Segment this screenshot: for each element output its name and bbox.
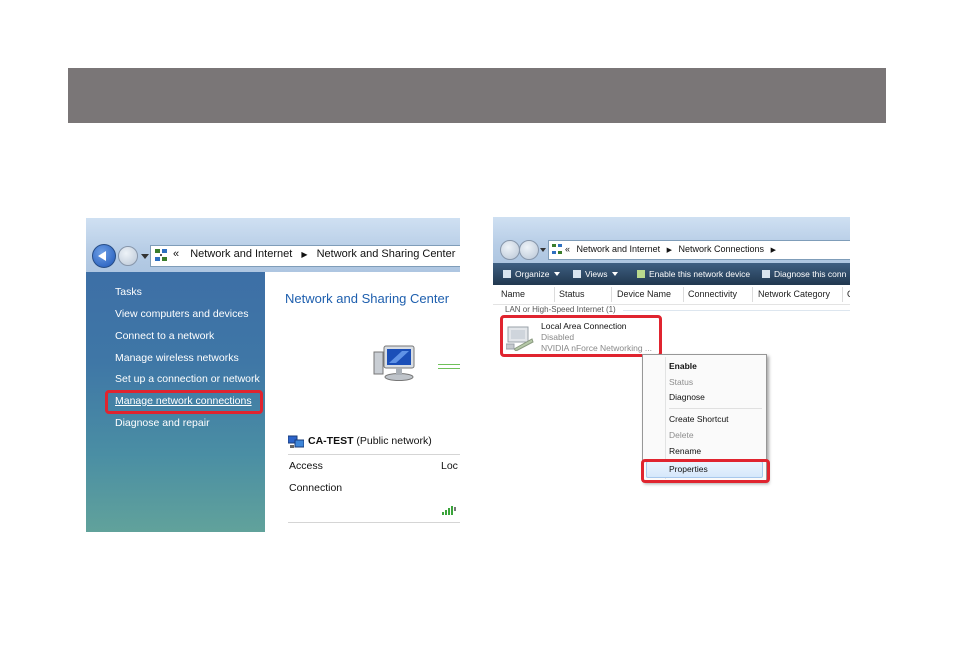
sidebar-heading: Tasks bbox=[115, 286, 142, 298]
access-value: Loc bbox=[441, 460, 458, 472]
menu-item-delete: Delete bbox=[669, 430, 694, 440]
address-bar-area: « Network and Internet ▶ Network and Sha… bbox=[86, 218, 460, 272]
sidebar-item-diagnose-repair[interactable]: Diagnose and repair bbox=[115, 417, 210, 429]
sidebar-item-connect-network[interactable]: Connect to a network bbox=[115, 330, 214, 342]
page-title: Network and Sharing Center bbox=[285, 291, 450, 306]
organize-label: Organize bbox=[515, 269, 550, 279]
menu-item-enable[interactable]: Enable bbox=[669, 361, 697, 371]
address-bar[interactable]: « Network and Internet ▶ Network and Sha… bbox=[150, 245, 460, 267]
breadcrumb-network-sharing-center[interactable]: Network and Sharing Center bbox=[317, 248, 456, 260]
breadcrumb-separator-icon[interactable]: ▶ bbox=[771, 247, 776, 254]
history-dropdown-icon[interactable] bbox=[540, 248, 546, 252]
command-toolbar: Organize Views Enable this network devic… bbox=[493, 263, 850, 285]
address-bar-area: « Network and Internet ▶ Network Connect… bbox=[493, 217, 850, 263]
organize-button[interactable]: Organize bbox=[503, 269, 560, 279]
views-icon bbox=[573, 270, 581, 278]
header-banner bbox=[68, 68, 886, 123]
breadcrumb-separator-icon[interactable]: ▶ bbox=[667, 247, 672, 254]
highlight-box-properties bbox=[641, 459, 770, 483]
column-device-name[interactable]: Device Name bbox=[617, 289, 671, 299]
history-dropdown-icon[interactable] bbox=[141, 254, 149, 259]
enable-icon bbox=[637, 270, 645, 278]
column-divider[interactable] bbox=[842, 287, 843, 302]
enable-label: Enable this network device bbox=[649, 269, 751, 279]
organize-icon bbox=[503, 270, 511, 278]
column-divider[interactable] bbox=[752, 287, 753, 302]
back-arrow-icon[interactable] bbox=[500, 240, 520, 260]
group-divider bbox=[623, 310, 850, 311]
breadcrumb-overflow[interactable]: « bbox=[565, 244, 570, 254]
menu-separator bbox=[669, 408, 762, 409]
column-status[interactable]: Status bbox=[559, 289, 585, 299]
column-connectivity[interactable]: Connectivity bbox=[688, 289, 737, 299]
highlight-box-connection bbox=[500, 315, 662, 357]
network-icon bbox=[552, 244, 562, 254]
breadcrumb-network-and-internet[interactable]: Network and Internet bbox=[577, 244, 661, 254]
connection-line bbox=[438, 364, 460, 369]
views-button[interactable]: Views bbox=[573, 269, 618, 279]
breadcrumb-separator-icon[interactable]: ▶ bbox=[301, 250, 307, 259]
column-divider[interactable] bbox=[554, 287, 555, 302]
sidebar-item-setup-connection[interactable]: Set up a connection or network bbox=[115, 373, 260, 385]
network-sharing-center-screenshot: « Network and Internet ▶ Network and Sha… bbox=[86, 218, 460, 532]
connection-label: Connection bbox=[289, 482, 343, 494]
breadcrumb: « Network and Internet ▶ Network and Sha… bbox=[173, 248, 455, 260]
chevron-down-icon bbox=[611, 272, 618, 276]
column-header: Name Status Device Name Connectivity Net… bbox=[493, 285, 850, 305]
diagnose-connection-button[interactable]: Diagnose this conn bbox=[762, 269, 846, 279]
computer-icon bbox=[373, 345, 415, 381]
highlight-box-manage-connections bbox=[105, 390, 263, 414]
signal-strength-icon bbox=[442, 506, 456, 515]
column-network-category[interactable]: Network Category bbox=[758, 289, 830, 299]
enable-device-button[interactable]: Enable this network device bbox=[637, 269, 750, 279]
network-bench-icon bbox=[288, 435, 304, 448]
views-label: Views bbox=[585, 269, 608, 279]
column-divider[interactable] bbox=[611, 287, 612, 302]
breadcrumb-overflow[interactable]: « bbox=[173, 248, 179, 260]
diagnose-label: Diagnose this conn bbox=[774, 269, 847, 279]
column-name[interactable]: Name bbox=[501, 289, 525, 299]
breadcrumb: « Network and Internet ▶ Network Connect… bbox=[565, 244, 780, 254]
chevron-down-icon bbox=[553, 272, 560, 276]
network-type: (Public network) bbox=[356, 435, 432, 447]
address-bar[interactable]: « Network and Internet ▶ Network Connect… bbox=[548, 240, 850, 260]
sidebar-item-view-computers[interactable]: View computers and devices bbox=[115, 308, 248, 320]
access-label: Access bbox=[289, 460, 323, 472]
forward-arrow-icon[interactable] bbox=[118, 246, 138, 266]
breadcrumb-network-connections[interactable]: Network Connections bbox=[679, 244, 765, 254]
network-name: CA-TEST (Public network) bbox=[308, 435, 432, 447]
network-name-text: CA-TEST bbox=[308, 435, 354, 447]
menu-item-status: Status bbox=[669, 377, 694, 387]
menu-item-rename[interactable]: Rename bbox=[669, 446, 701, 456]
divider bbox=[288, 454, 460, 455]
group-header[interactable]: LAN or High-Speed Internet (1) bbox=[505, 305, 616, 314]
menu-item-diagnose[interactable]: Diagnose bbox=[669, 392, 705, 402]
divider bbox=[288, 522, 460, 523]
column-more[interactable]: C bbox=[847, 289, 850, 299]
diagnose-icon bbox=[762, 270, 770, 278]
forward-arrow-icon[interactable] bbox=[519, 240, 539, 260]
breadcrumb-network-and-internet[interactable]: Network and Internet bbox=[190, 248, 292, 260]
column-divider[interactable] bbox=[683, 287, 684, 302]
sidebar-item-manage-wireless[interactable]: Manage wireless networks bbox=[115, 352, 239, 364]
network-connections-screenshot: « Network and Internet ▶ Network Connect… bbox=[493, 217, 850, 494]
network-icon bbox=[155, 249, 167, 261]
back-arrow-icon[interactable] bbox=[92, 244, 116, 268]
menu-item-create-shortcut[interactable]: Create Shortcut bbox=[669, 414, 729, 424]
